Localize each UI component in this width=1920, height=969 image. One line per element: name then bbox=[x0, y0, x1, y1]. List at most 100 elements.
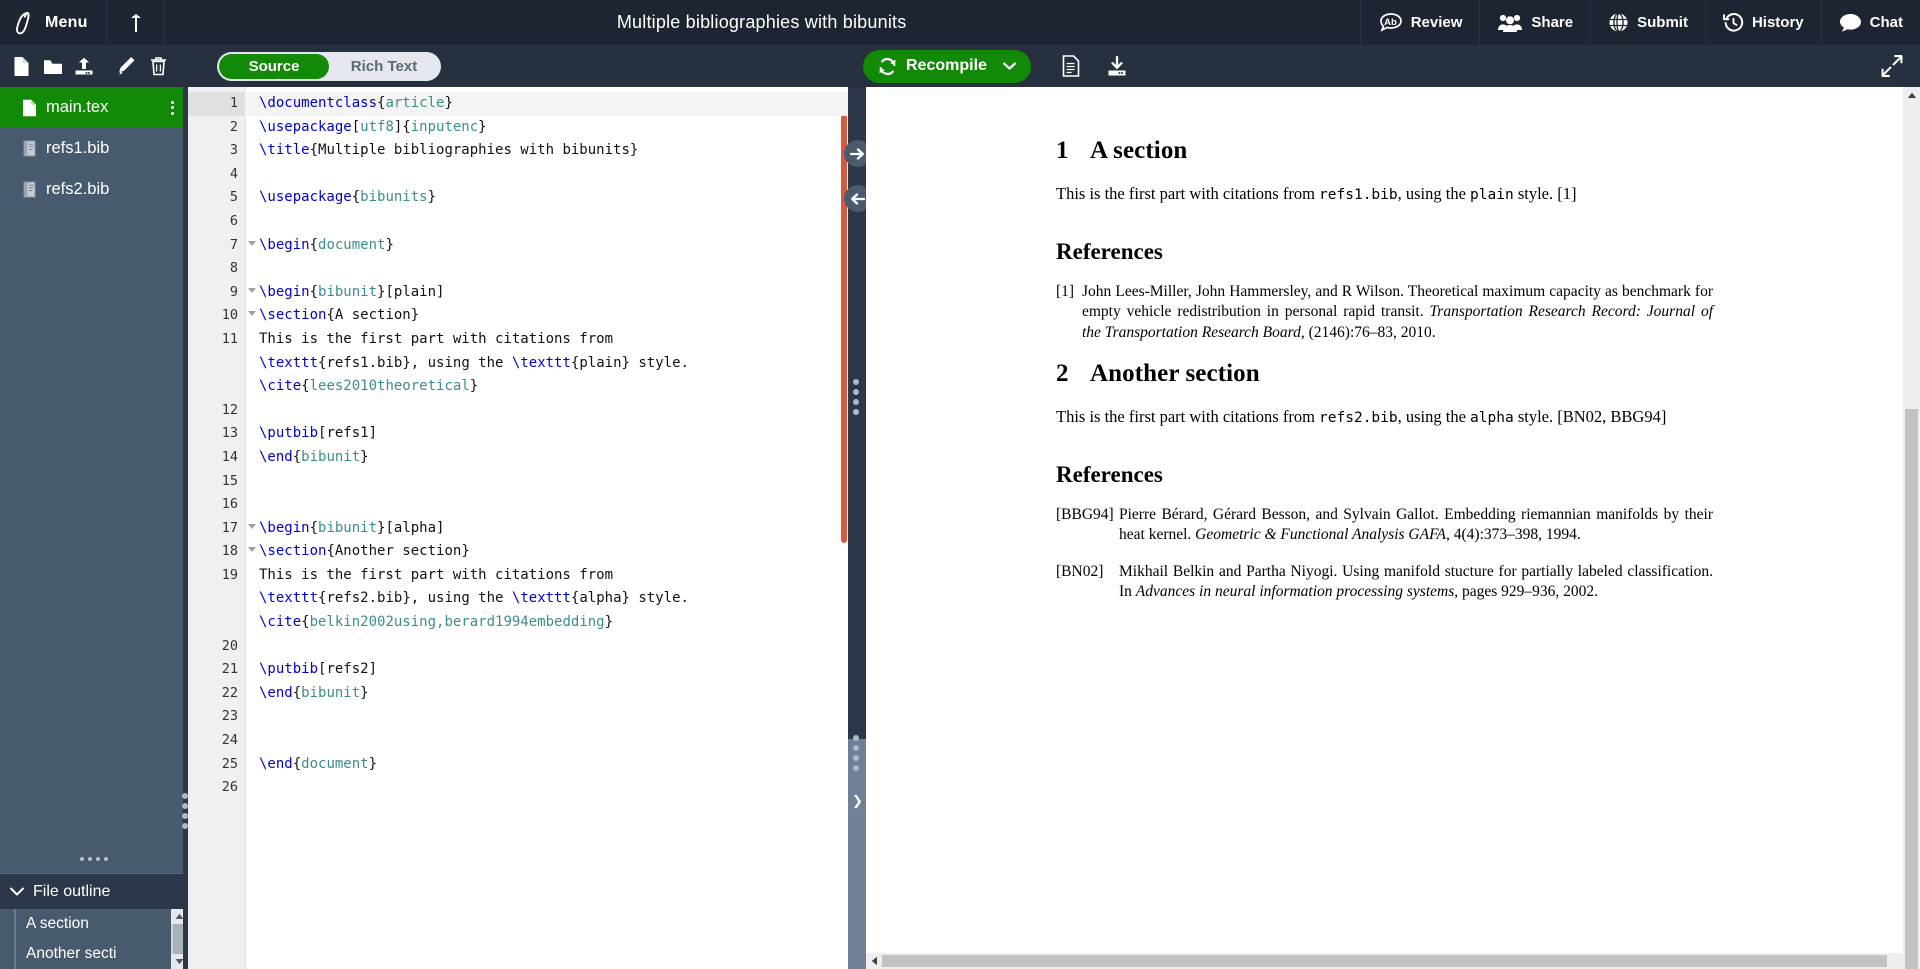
delete-trash-icon[interactable] bbox=[143, 45, 174, 87]
file-list: main.tex refs1.bib refs2.bib bbox=[0, 87, 188, 845]
pdf-section-heading: 2Another section bbox=[1056, 360, 1713, 388]
splitter-drag-dots-bottom[interactable] bbox=[853, 735, 859, 771]
rich-text-mode-option[interactable]: Rich Text bbox=[329, 54, 439, 79]
editor-pdf-splitter[interactable]: ❯ bbox=[848, 87, 866, 969]
code-line[interactable]: 6 bbox=[188, 210, 848, 234]
submit-button[interactable]: Submit bbox=[1590, 0, 1705, 45]
code-line[interactable]: 19This is the first part with citations … bbox=[188, 564, 848, 588]
pdf-hscrollbar-thumb[interactable] bbox=[882, 955, 1887, 967]
code-line[interactable]: 15 bbox=[188, 470, 848, 494]
review-button[interactable]: Ab Review bbox=[1360, 0, 1480, 45]
pdf-section: 2Another sectionThis is the first part w… bbox=[1056, 360, 1713, 603]
code-lines[interactable]: 1\documentclass{article}2\usepackage[utf… bbox=[188, 92, 848, 800]
history-button[interactable]: History bbox=[1705, 0, 1821, 45]
file-outline-header[interactable]: File outline bbox=[0, 873, 188, 909]
code-line[interactable]: 5\usepackage{bibunits} bbox=[188, 186, 848, 210]
pdf-references-heading: References bbox=[1056, 462, 1713, 488]
share-label: Share bbox=[1531, 14, 1573, 31]
text-run: This is the first part with citations fr… bbox=[1056, 184, 1319, 203]
file-tree-toolbar bbox=[0, 45, 188, 87]
pdf-fullscreen-button[interactable] bbox=[1881, 55, 1920, 77]
code-line[interactable]: 21\putbib[refs2] bbox=[188, 658, 848, 682]
pdf-scroll-area[interactable]: 1A sectionThis is the first part with ci… bbox=[866, 87, 1903, 969]
code-line-text: \putbib[refs2] bbox=[245, 658, 377, 682]
code-line[interactable]: 10\section{A section} bbox=[188, 304, 848, 328]
pdf-section: 1A sectionThis is the first part with ci… bbox=[1056, 137, 1713, 344]
code-line-text: \cite{belkin2002using,berard1994embeddin… bbox=[245, 611, 613, 635]
source-mode-option[interactable]: Source bbox=[219, 54, 329, 79]
outline-item-a-section[interactable]: A section bbox=[0, 909, 188, 939]
code-content[interactable]: 1\documentclass{article}2\usepackage[utf… bbox=[188, 87, 848, 969]
line-number: 9 bbox=[188, 281, 245, 305]
code-line[interactable]: 3\title{Multiple bibliographies with bib… bbox=[188, 139, 848, 163]
submit-label: Submit bbox=[1637, 14, 1688, 31]
code-line-text: \begin{bibunit}[plain] bbox=[245, 281, 444, 305]
menu-button[interactable]: Menu bbox=[0, 0, 107, 45]
code-line[interactable]: \texttt{refs2.bib}, using the \texttt{al… bbox=[188, 587, 848, 611]
code-line[interactable]: 4 bbox=[188, 163, 848, 187]
pdf-page: 1A sectionThis is the first part with ci… bbox=[866, 87, 1903, 969]
scroll-up-arrow-icon[interactable] bbox=[1903, 87, 1920, 104]
code-line[interactable]: 11This is the first part with citations … bbox=[188, 328, 848, 352]
code-line[interactable]: \cite{belkin2002using,berard1994embeddin… bbox=[188, 611, 848, 635]
code-line[interactable]: 20 bbox=[188, 635, 848, 659]
pdf-horizontal-scrollbar[interactable] bbox=[866, 953, 1903, 969]
code-line[interactable]: 7\begin{document} bbox=[188, 234, 848, 258]
upload-project-button[interactable] bbox=[107, 0, 164, 45]
outline-item-another-section[interactable]: Another secti bbox=[0, 939, 188, 969]
code-line[interactable]: 26 bbox=[188, 776, 848, 800]
recompile-options-caret[interactable] bbox=[995, 50, 1031, 83]
code-line[interactable]: 14\end{bibunit} bbox=[188, 446, 848, 470]
submit-globe-icon bbox=[1608, 12, 1629, 33]
bibliography-entry: [BBG94]Pierre Bérard, Gérard Besson, and… bbox=[1056, 505, 1713, 546]
pdf-scrollbar-thumb[interactable] bbox=[1905, 409, 1918, 969]
code-line[interactable]: 13\putbib[refs1] bbox=[188, 422, 848, 446]
code-line[interactable]: 12 bbox=[188, 399, 848, 423]
new-file-icon[interactable] bbox=[6, 45, 37, 87]
bibliography-text: John Lees-Miller, John Hammersley, and R… bbox=[1082, 282, 1713, 344]
upload-file-icon[interactable] bbox=[68, 45, 99, 87]
recompile-button[interactable]: Recompile bbox=[863, 50, 1031, 83]
splitter-grab-area[interactable]: ❯ bbox=[848, 739, 866, 969]
code-line[interactable]: 1\documentclass{article} bbox=[188, 92, 848, 116]
recompile-main-action[interactable]: Recompile bbox=[863, 50, 995, 83]
code-line-text: \end{bibunit} bbox=[245, 446, 369, 470]
file-item-refs1-bib[interactable]: refs1.bib bbox=[0, 128, 188, 169]
code-line[interactable]: 2\usepackage[utf8]{inputenc} bbox=[188, 116, 848, 140]
top-actions: Ab Review Share Submit History bbox=[1360, 0, 1920, 45]
download-pdf-button[interactable] bbox=[1099, 45, 1136, 87]
menu-label: Menu bbox=[45, 14, 88, 32]
editor-scrollbar-thumb[interactable] bbox=[841, 103, 847, 543]
code-line[interactable]: 22\end{bibunit} bbox=[188, 682, 848, 706]
code-line[interactable]: 9\begin{bibunit}[plain] bbox=[188, 281, 848, 305]
file-tree-resize-handle[interactable] bbox=[0, 845, 188, 873]
sync-to-code-arrow-icon bbox=[850, 192, 865, 206]
code-line[interactable]: 16 bbox=[188, 493, 848, 517]
rename-pencil-icon[interactable] bbox=[112, 45, 143, 87]
kebab-menu-icon[interactable] bbox=[171, 101, 174, 115]
source-richtext-toggle[interactable]: Source Rich Text bbox=[217, 52, 441, 81]
compile-logs-button[interactable] bbox=[1053, 45, 1090, 87]
code-line[interactable]: 17\begin{bibunit}[alpha] bbox=[188, 517, 848, 541]
code-editor-panel[interactable]: 1\documentclass{article}2\usepackage[utf… bbox=[188, 87, 848, 969]
code-line[interactable]: 23 bbox=[188, 705, 848, 729]
editor-vertical-scrollbar[interactable] bbox=[841, 87, 848, 969]
pdf-document-content: 1A sectionThis is the first part with ci… bbox=[1056, 87, 1713, 603]
splitter-drag-dots-top[interactable] bbox=[853, 379, 859, 415]
chat-button[interactable]: Chat bbox=[1821, 0, 1920, 45]
bibliography-entry: [BN02]Mikhail Belkin and Partha Niyogi. … bbox=[1056, 562, 1713, 603]
pdf-vertical-scrollbar[interactable] bbox=[1903, 87, 1920, 969]
code-line[interactable]: 8 bbox=[188, 257, 848, 281]
code-line[interactable]: 24 bbox=[188, 729, 848, 753]
scroll-left-arrow-icon[interactable] bbox=[866, 956, 882, 966]
line-number: 25 bbox=[188, 753, 245, 777]
new-folder-icon[interactable] bbox=[37, 45, 68, 87]
code-line[interactable]: 18\section{Another section} bbox=[188, 540, 848, 564]
code-line[interactable]: \cite{lees2010theoretical} bbox=[188, 375, 848, 399]
share-button[interactable]: Share bbox=[1479, 0, 1590, 45]
file-item-main-tex[interactable]: main.tex bbox=[0, 87, 188, 128]
line-number: 23 bbox=[188, 705, 245, 729]
code-line[interactable]: \texttt{refs1.bib}, using the \texttt{pl… bbox=[188, 352, 848, 376]
file-item-refs2-bib[interactable]: refs2.bib bbox=[0, 169, 188, 210]
code-line[interactable]: 25\end{document} bbox=[188, 753, 848, 777]
